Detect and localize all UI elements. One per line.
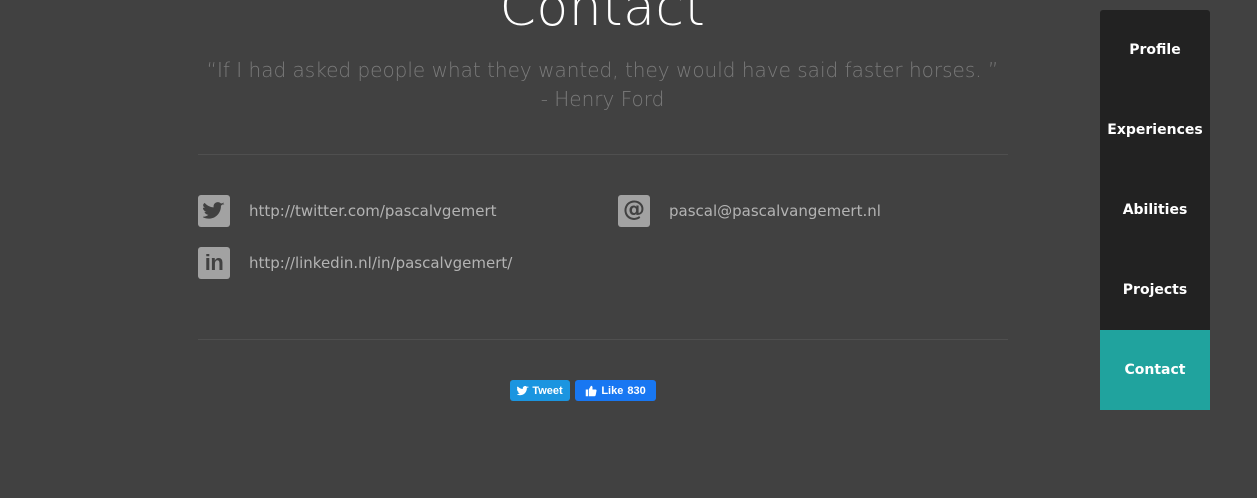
divider-bottom	[198, 339, 1008, 340]
at-sign-icon: @	[618, 195, 650, 227]
contact-email[interactable]: @ pascal@pascalvangemert.nl	[618, 195, 881, 227]
quote-text: “If I had asked people what they wanted,…	[206, 58, 999, 82]
tweet-button[interactable]: Tweet	[510, 380, 570, 401]
quote-author: - Henry Ford	[540, 87, 665, 111]
email-link[interactable]: pascal@pascalvangemert.nl	[669, 202, 881, 220]
nav-item-projects[interactable]: Projects	[1100, 250, 1210, 330]
section-heading: Contact	[499, 0, 706, 38]
linkedin-icon: in	[198, 247, 230, 279]
divider-top	[198, 154, 1008, 155]
linkedin-link[interactable]: http://linkedin.nl/in/pascalvgemert/	[249, 254, 512, 272]
thumbs-up-icon	[586, 385, 597, 396]
share-buttons: Tweet Like 830	[510, 380, 656, 401]
quote-block: “If I had asked people what they wanted,…	[0, 56, 1205, 114]
nav-item-contact[interactable]: Contact	[1100, 330, 1210, 410]
like-count: 830	[627, 384, 646, 397]
twitter-link[interactable]: http://twitter.com/pascalvgemert	[249, 202, 497, 220]
nav-item-experiences[interactable]: Experiences	[1100, 90, 1210, 170]
contact-twitter[interactable]: http://twitter.com/pascalvgemert	[198, 195, 497, 227]
like-label: Like	[601, 384, 624, 397]
tweet-label: Tweet	[532, 384, 563, 397]
nav-item-profile[interactable]: Profile	[1100, 10, 1210, 90]
contact-page: Contact “If I had asked people what they…	[0, 0, 1257, 498]
facebook-like-button[interactable]: Like 830	[575, 380, 656, 401]
side-navigation: Profile Experiences Abilities Projects C…	[1100, 10, 1210, 410]
twitter-icon	[198, 195, 230, 227]
twitter-bird-icon	[517, 385, 530, 395]
contact-linkedin[interactable]: in http://linkedin.nl/in/pascalvgemert/	[198, 247, 512, 279]
nav-item-abilities[interactable]: Abilities	[1100, 170, 1210, 250]
